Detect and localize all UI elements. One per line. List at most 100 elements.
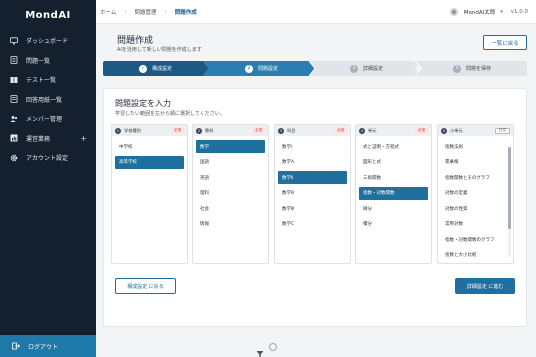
column-subunit: 5 小単元 任意 指数法則 累乗根 指数関数とそのグラフ 対数の定義 対数の性質… [437, 124, 514, 264]
option-item[interactable]: 指数と大小比較 [441, 249, 510, 262]
step-3[interactable]: 3 詳細設定 [350, 61, 383, 76]
sidebar-item-operations[interactable]: 運営業務 + [0, 129, 96, 149]
next-to-details-button[interactable]: 詳細設定 に進む [455, 278, 515, 294]
column-number: 3 [278, 127, 284, 134]
filter-icon[interactable] [256, 343, 264, 357]
column-unit: 4 単元 必須 式と証明・方程式 図形と式 三角関数 指数・対数関数 微分 積分 [355, 124, 432, 264]
gear-icon [10, 154, 18, 162]
card-subtitle: 学習したい範囲を左から順に選択してください。 [115, 111, 225, 117]
option-item-selected[interactable]: 数学 [196, 140, 265, 153]
expand-plus-icon[interactable]: + [80, 134, 87, 143]
breadcrumb: ホーム › 問題管理 › 問題作成 [100, 8, 197, 16]
chart-icon [10, 134, 18, 142]
step-label: 問題を保存 [466, 66, 492, 72]
sidebar-item-label: ダッシュボード [26, 38, 69, 46]
column-label: 学校種別 [124, 127, 141, 133]
app-logo[interactable]: MondAI [0, 0, 96, 30]
bottom-toolbar [256, 343, 277, 357]
option-item-selected[interactable]: 指数・対数関数 [359, 186, 428, 200]
sidebar-item-label: 運営業務 [26, 135, 51, 143]
column-header: 2 教科 必須 [193, 125, 268, 136]
sidebar-item-members[interactable]: メンバー管理 [0, 109, 96, 129]
option-item[interactable]: 英語 [196, 171, 265, 184]
option-item[interactable]: 三角関数 [359, 171, 428, 184]
option-item[interactable]: 常用対数 [441, 218, 510, 231]
option-item[interactable]: 数学Ⅲ [278, 202, 347, 215]
sidebar-item-tests[interactable]: テスト一覧 [0, 70, 96, 90]
required-badge: 必須 [252, 127, 265, 134]
option-item[interactable]: 対数の性質 [441, 202, 510, 215]
step-label: 詳細設定 [363, 66, 384, 72]
option-item[interactable]: 累乗根 [441, 156, 510, 169]
option-item[interactable]: 数学B [278, 187, 347, 200]
logout-button[interactable]: ログアウト [0, 335, 96, 357]
option-list: 中学校 高等学校 [112, 136, 187, 169]
option-item[interactable]: 理科 [196, 187, 265, 200]
option-item[interactable]: 数学C [278, 218, 347, 231]
back-to-list-button[interactable]: 一覧に戻る [483, 35, 527, 50]
user-menu[interactable]: MondAI太郎 ▾ v1.0.0 [449, 0, 528, 24]
option-item[interactable]: 積分 [359, 218, 428, 231]
column-number: 2 [196, 127, 202, 134]
sidebar-item-answer-sheets[interactable]: 回答用紙一覧 [0, 90, 96, 110]
status-circle-icon[interactable] [269, 343, 277, 351]
option-item[interactable]: 数学A [278, 156, 347, 169]
sidebar-item-questions[interactable]: 問題一覧 [0, 51, 96, 71]
card-title: 問題設定を入力 [115, 99, 171, 108]
column-number: 4 [359, 127, 365, 134]
chevron-right-icon: › [124, 8, 127, 15]
list-icon [10, 56, 18, 65]
option-item[interactable]: 中学校 [115, 140, 184, 153]
column-header: 3 科目 必須 [275, 125, 350, 136]
option-item[interactable]: 社会 [196, 202, 265, 215]
required-badge: 必須 [334, 127, 347, 134]
monitor-icon [10, 37, 18, 45]
members-icon [10, 115, 18, 123]
user-name: MondAI太郎 [463, 10, 496, 16]
sidebar-item-account-settings[interactable]: アカウント設定 [0, 148, 96, 168]
column-header: 5 小単元 任意 [438, 125, 513, 136]
scrollbar[interactable] [508, 147, 511, 257]
step-label: 構成設定 [152, 66, 173, 72]
option-list: 指数法則 累乗根 指数関数とそのグラフ 対数の定義 対数の性質 常用対数 指数・… [438, 136, 513, 262]
option-item-selected[interactable]: 数学Ⅱ [278, 171, 347, 184]
option-item[interactable]: 式と証明・方程式 [359, 140, 428, 153]
column-number: 1 [115, 127, 121, 134]
step-1[interactable]: ✓ 構成設定 [139, 61, 172, 76]
main-content: 問題作成 AIを活用して新しい問題を作成します 一覧に戻る ✓ 構成設定 2 問… [96, 24, 536, 357]
step-2[interactable]: 2 問題設定 [245, 61, 278, 76]
top-bar: ホーム › 問題管理 › 問題作成 MondAI太郎 ▾ v1.0.0 [96, 0, 536, 24]
page-title: 問題作成 [117, 36, 154, 46]
required-badge: 必須 [415, 127, 428, 134]
column-header: 1 学校種別 必須 [112, 125, 187, 136]
step-number: 2 [245, 64, 253, 73]
column-course: 3 科目 必須 数学Ⅰ 数学A 数学Ⅱ 数学B 数学Ⅲ 数学C [274, 124, 351, 264]
option-item[interactable]: 指数・対数関数のグラフ [441, 233, 510, 246]
optional-badge: 任意 [495, 127, 510, 134]
option-item-selected[interactable]: 高等学校 [115, 155, 184, 169]
version-label: v1.0.0 [510, 9, 528, 15]
sidebar: MondAI ダッシュボード 問題一覧 テスト一覧 回答用紙一覧 メンバー管理 … [0, 0, 96, 357]
breadcrumb-question-management[interactable]: 問題管理 [135, 8, 157, 16]
required-badge: 必須 [171, 127, 184, 134]
scrollbar-thumb[interactable] [508, 147, 511, 229]
check-icon: ✓ [139, 64, 147, 73]
option-item[interactable]: 数学Ⅰ [278, 140, 347, 153]
logout-icon [12, 342, 20, 350]
option-item[interactable]: 対数の定義 [441, 187, 510, 200]
option-list: 数学 国語 英語 理科 社会 情報 [193, 136, 268, 231]
back-to-structure-button[interactable]: 構成設定 に戻る [115, 278, 176, 294]
step-4[interactable]: 4 問題を保存 [453, 61, 491, 76]
step-label: 問題設定 [258, 66, 279, 72]
option-item[interactable]: 指数関数とそのグラフ [441, 171, 510, 184]
column-header: 4 単元 必須 [356, 125, 431, 136]
sidebar-item-dashboard[interactable]: ダッシュボード [0, 31, 96, 51]
option-list: 式と証明・方程式 図形と式 三角関数 指数・対数関数 微分 積分 [356, 136, 431, 231]
option-item[interactable]: 図形と式 [359, 156, 428, 169]
option-item[interactable]: 情報 [196, 218, 265, 231]
option-item[interactable]: 微分 [359, 202, 428, 215]
breadcrumb-home[interactable]: ホーム [100, 8, 116, 16]
option-item[interactable]: 国語 [196, 156, 265, 169]
option-item[interactable]: 指数法則 [441, 140, 510, 153]
sidebar-item-label: メンバー管理 [26, 116, 63, 124]
